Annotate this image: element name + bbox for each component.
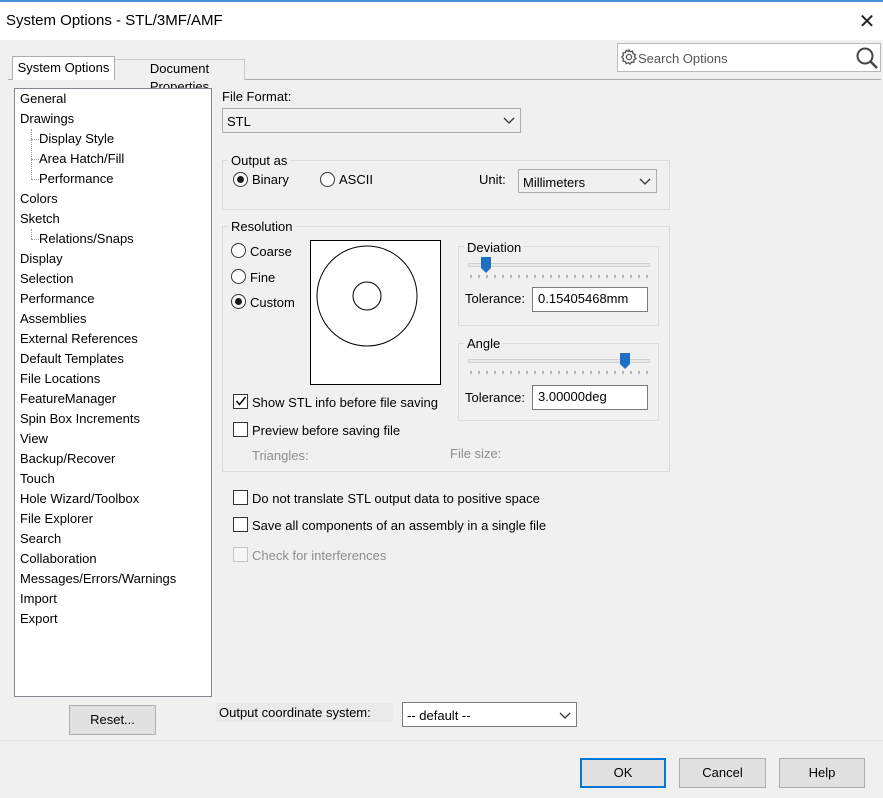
search-options-box [617, 43, 881, 72]
tree-item-search[interactable]: Search [20, 529, 61, 549]
angle-tolerance-input[interactable]: 3.00000deg [532, 385, 648, 410]
tree-item-performance[interactable]: Performance [20, 289, 94, 309]
output-coordinate-system-dropdown[interactable]: -- default -- [402, 702, 577, 727]
tree-item-hole-wizard-toolbox[interactable]: Hole Wizard/Toolbox [20, 489, 139, 509]
file-size-label: File size: [450, 446, 502, 461]
unit-label: Unit: [479, 172, 506, 187]
check-interferences-checkbox [233, 547, 248, 562]
fine-label: Fine [250, 270, 276, 285]
coarse-label: Coarse [250, 244, 292, 259]
gear-icon[interactable] [620, 48, 638, 66]
coarse-radio[interactable] [231, 243, 246, 258]
output-coordinate-system-value: -- default -- [407, 708, 471, 723]
deviation-slider-thumb[interactable] [480, 257, 491, 273]
tree-item-import[interactable]: Import [20, 589, 57, 609]
file-format-value: STL [227, 114, 251, 129]
tree-item-drawings[interactable]: Drawings [20, 109, 74, 129]
no-translate-label: Do not translate STL output data to posi… [252, 491, 540, 506]
reset-button[interactable]: Reset... [69, 705, 156, 735]
tree-item-spin-box-increments[interactable]: Spin Box Increments [20, 409, 140, 429]
tree-item-display-style[interactable]: Display Style [39, 129, 114, 149]
custom-label: Custom [250, 295, 295, 310]
binary-label: Binary [252, 172, 289, 187]
angle-slider-ticks [470, 371, 648, 374]
tree-item-export[interactable]: Export [20, 609, 58, 629]
tree-item-drawings-performance[interactable]: Performance [39, 169, 113, 189]
tree-connector [31, 229, 32, 239]
preview-circles-icon [316, 245, 418, 347]
no-translate-checkbox[interactable] [233, 490, 248, 505]
file-format-label: File Format: [222, 89, 292, 104]
ascii-radio[interactable] [320, 172, 335, 187]
tree-item-messages-errors-warnings[interactable]: Messages/Errors/Warnings [20, 569, 176, 589]
tab-document-properties[interactable]: Document Properties [115, 59, 245, 94]
help-button[interactable]: Help [779, 758, 865, 788]
unit-dropdown[interactable]: Millimeters [518, 169, 657, 193]
tree-item-touch[interactable]: Touch [20, 469, 55, 489]
deviation-title: Deviation [464, 240, 525, 255]
tree-item-general[interactable]: General [20, 89, 66, 109]
unit-value: Millimeters [523, 175, 586, 190]
tree-item-relations-snaps[interactable]: Relations/Snaps [39, 229, 134, 249]
deviation-tolerance-label: Tolerance: [465, 291, 525, 306]
options-tree[interactable]: General Drawings Display Style Area Hatc… [14, 88, 212, 697]
tree-item-assemblies[interactable]: Assemblies [20, 309, 86, 329]
title-bar: System Options - STL/3MF/AMF ✕ [0, 2, 883, 40]
tree-item-file-locations[interactable]: File Locations [20, 369, 100, 389]
tree-item-colors[interactable]: Colors [20, 189, 58, 209]
custom-radio[interactable] [231, 294, 246, 309]
window-title: System Options - STL/3MF/AMF [6, 12, 223, 29]
chevron-down-icon [639, 178, 651, 185]
tree-item-collaboration[interactable]: Collaboration [20, 549, 97, 569]
tree-item-area-hatch-fill[interactable]: Area Hatch/Fill [39, 149, 124, 169]
search-input[interactable] [638, 47, 848, 69]
show-stl-info-checkbox[interactable] [233, 394, 248, 409]
angle-tolerance-label: Tolerance: [465, 390, 525, 405]
tree-item-featuremanager[interactable]: FeatureManager [20, 389, 116, 409]
deviation-slider-track[interactable] [468, 263, 650, 267]
close-icon[interactable]: ✕ [852, 8, 882, 36]
fine-radio[interactable] [231, 269, 246, 284]
angle-slider-thumb[interactable] [619, 353, 630, 369]
preview-before-saving-checkbox[interactable] [233, 422, 248, 437]
ok-button[interactable]: OK [580, 758, 666, 788]
deviation-tolerance-input[interactable]: 0.15405468mm [532, 287, 648, 312]
chevron-down-icon [559, 712, 571, 719]
deviation-slider-ticks [470, 275, 648, 278]
binary-radio[interactable] [233, 172, 248, 187]
file-format-dropdown[interactable]: STL [222, 108, 521, 133]
tree-item-display[interactable]: Display [20, 249, 63, 269]
tree-item-external-references[interactable]: External References [20, 329, 138, 349]
tree-connector [31, 139, 39, 140]
tree-item-view[interactable]: View [20, 429, 48, 449]
tree-item-sketch[interactable]: Sketch [20, 209, 60, 229]
resolution-title: Resolution [228, 219, 296, 234]
resolution-preview [310, 240, 441, 385]
triangles-label: Triangles: [252, 448, 309, 463]
single-file-checkbox[interactable] [233, 517, 248, 532]
checkmark-icon [235, 396, 247, 406]
tree-item-selection[interactable]: Selection [20, 269, 73, 289]
preview-before-saving-label: Preview before saving file [252, 423, 401, 438]
tree-connector [31, 239, 39, 240]
tab-system-options[interactable]: System Options [12, 56, 115, 80]
chevron-down-icon [503, 117, 515, 124]
tree-item-file-explorer[interactable]: File Explorer [20, 509, 93, 529]
check-interferences-label: Check for interferences [252, 548, 387, 563]
search-icon[interactable] [854, 45, 880, 71]
tree-item-backup-recover[interactable]: Backup/Recover [20, 449, 115, 469]
output-as-title: Output as [228, 153, 291, 168]
ascii-label: ASCII [339, 172, 373, 187]
tree-item-default-templates[interactable]: Default Templates [20, 349, 124, 369]
angle-title: Angle [464, 336, 504, 351]
show-stl-info-label: Show STL info before file saving [252, 395, 438, 410]
tree-connector [31, 159, 39, 160]
tree-connector [31, 129, 32, 179]
single-file-label: Save all components of an assembly in a … [252, 518, 547, 533]
tree-connector [31, 179, 39, 180]
output-coordinate-system-label: Output coordinate system: [216, 703, 393, 722]
cancel-button[interactable]: Cancel [679, 758, 766, 788]
